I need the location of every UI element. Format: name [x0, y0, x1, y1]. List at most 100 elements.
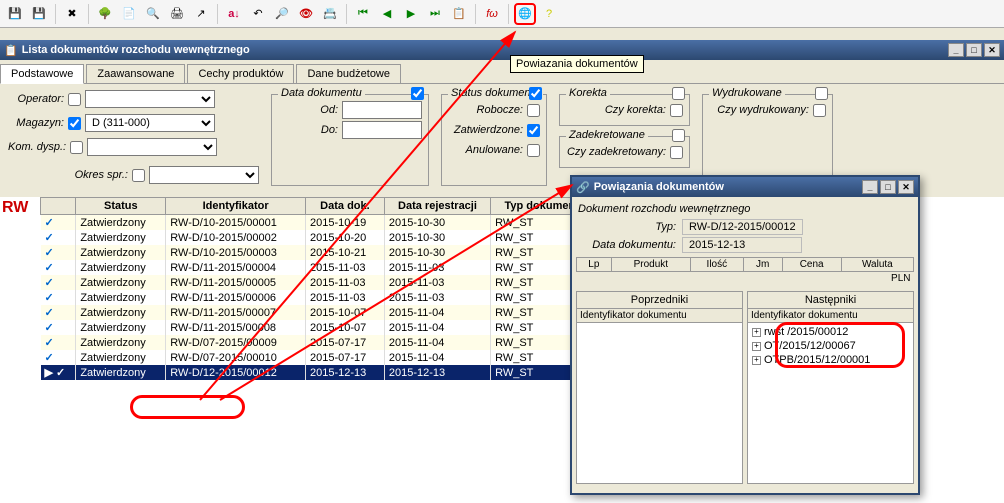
grid-header[interactable]	[41, 198, 76, 215]
popup-titlebar[interactable]: 🔗 Powiązania dokumentów _ □ ✕	[572, 177, 918, 197]
sort-icon[interactable]: a↓	[223, 3, 245, 25]
table-row[interactable]: ✓ZatwierdzonyRW-D/10-2015/000022015-10-2…	[41, 230, 600, 245]
zatw-checkbox[interactable]	[527, 124, 540, 137]
expand-icon[interactable]: +	[752, 356, 761, 365]
table-row[interactable]: ✓ZatwierdzonyRW-D/11-2015/000082015-10-0…	[41, 320, 600, 335]
popup-close[interactable]: ✕	[898, 180, 914, 194]
close-button[interactable]: ✕	[984, 43, 1000, 57]
pred-body[interactable]	[577, 323, 742, 483]
wydruk-checkbox[interactable]	[813, 104, 826, 117]
expand-icon[interactable]: +	[752, 328, 761, 337]
table-row[interactable]: ✓ZatwierdzonyRW-D/10-2015/000032015-10-2…	[41, 245, 600, 260]
nav-next-icon[interactable]: ▶	[400, 3, 422, 25]
anul-checkbox[interactable]	[527, 144, 540, 157]
tree-item[interactable]: +OTPB/2015/12/00001	[750, 353, 911, 367]
tree-item[interactable]: +OT/2015/12/00067	[750, 339, 911, 353]
table-row[interactable]: ✓ZatwierdzonyRW-D/11-2015/000052015-11-0…	[41, 275, 600, 290]
operator-label: Operator:	[8, 93, 64, 105]
tooltip: Powiazania dokumentów	[510, 55, 644, 73]
save-icon[interactable]: 💾	[4, 3, 26, 25]
magazyn-checkbox[interactable]	[68, 117, 81, 130]
table-row[interactable]: ✓ZatwierdzonyRW-D/07-2015/000102015-07-1…	[41, 350, 600, 365]
binoculars-icon[interactable]: 👁	[295, 3, 317, 25]
magazyn-label: Magazyn:	[8, 117, 64, 129]
table-row[interactable]: ▶ ✓ZatwierdzonyRW-D/12-2015/000122015-12…	[41, 365, 600, 380]
nav-last-icon[interactable]: ⏭	[424, 3, 446, 25]
od-input[interactable]	[342, 101, 422, 119]
maximize-button[interactable]: □	[966, 43, 982, 57]
search-icon[interactable]: 🔎	[271, 3, 293, 25]
operator-select[interactable]	[85, 90, 215, 108]
filter-tabs: Podstawowe Zaawansowane Cechy produktów …	[0, 60, 1004, 84]
tree-item[interactable]: +rwst /2015/00012	[750, 325, 911, 339]
table-row[interactable]: ✓ZatwierdzonyRW-D/07-2015/000092015-07-1…	[41, 335, 600, 350]
status-group-checkbox[interactable]	[529, 87, 542, 100]
komdysp-label: Kom. dysp.:	[8, 141, 66, 153]
tab-budzet[interactable]: Dane budżetowe	[296, 64, 401, 83]
fx-icon[interactable]: fω	[481, 3, 503, 25]
form-icon[interactable]: 📄	[118, 3, 140, 25]
komdysp-checkbox[interactable]	[70, 141, 83, 154]
app-icon: 📋	[4, 44, 18, 57]
expand-icon[interactable]: +	[752, 342, 761, 351]
succ-body[interactable]: +rwst /2015/00012+OT/2015/12/00067+OTPB/…	[748, 323, 913, 483]
korekta-checkbox[interactable]	[670, 104, 683, 117]
robocze-checkbox[interactable]	[527, 104, 540, 117]
popup-typ-value: RW-D/12-2015/00012	[682, 219, 803, 235]
rw-badge: RW	[0, 197, 34, 219]
grid-header[interactable]: Data rejestracji	[384, 198, 490, 215]
nav-prev-icon[interactable]: ◀	[376, 3, 398, 25]
wydruk-group-checkbox[interactable]	[815, 87, 828, 100]
group-wydruk: Wydrukowane Czy wydrukowany:	[702, 94, 833, 186]
okresspr-label: Okres spr.:	[8, 169, 128, 181]
popup-minimize[interactable]: _	[862, 180, 878, 194]
operator-checkbox[interactable]	[68, 93, 81, 106]
popup-products-table[interactable]: LpProduktIlośćJmCenaWaluta PLN	[576, 257, 914, 285]
predecessors-panel: Poprzedniki Identyfikator dokumentu	[576, 291, 743, 484]
grid-header[interactable]: Data dok.	[305, 198, 384, 215]
table-row[interactable]: ✓ZatwierdzonyRW-D/10-2015/000012015-10-1…	[41, 215, 600, 231]
okresspr-select[interactable]	[149, 166, 259, 184]
help-icon[interactable]: ?	[538, 3, 560, 25]
komdysp-select[interactable]	[87, 138, 217, 156]
grid-header[interactable]: Identyfikator	[166, 198, 306, 215]
tab-podstawowe[interactable]: Podstawowe	[0, 64, 84, 84]
popup-maximize[interactable]: □	[880, 180, 896, 194]
table-row[interactable]: ✓ZatwierdzonyRW-D/11-2015/000072015-10-0…	[41, 305, 600, 320]
tab-zaawansowane[interactable]: Zaawansowane	[86, 64, 185, 83]
tree-icon[interactable]: 🌳	[94, 3, 116, 25]
successors-panel: Następniki Identyfikator dokumentu +rwst…	[747, 291, 914, 484]
popup-icon: 🔗	[576, 181, 590, 194]
minimize-button[interactable]: _	[948, 43, 964, 57]
zadek-group-checkbox[interactable]	[672, 129, 685, 142]
datadok-group-checkbox[interactable]	[411, 87, 424, 100]
print-icon[interactable]: 🖨	[166, 3, 188, 25]
magazyn-select[interactable]: D (311-000)	[85, 114, 215, 132]
okresspr-checkbox[interactable]	[132, 169, 145, 182]
zadek-checkbox[interactable]	[670, 146, 683, 159]
main-window-titlebar: 📋 Lista dokumentów rozchodu wewnętrznego…	[0, 40, 1004, 60]
do-input[interactable]	[342, 121, 422, 139]
undo-icon[interactable]: ↶	[247, 3, 269, 25]
delete-icon[interactable]: ✖	[61, 3, 83, 25]
relations-icon[interactable]: 🌐	[514, 3, 536, 25]
main-toolbar: 💾 💾 ✖ 🌳 📄 🔍 🖨 ↗ a↓ ↶ 🔎 👁 📇 ⏮ ◀ ▶ ⏭ 📋 fω …	[0, 0, 1004, 28]
relations-popup: 🔗 Powiązania dokumentów _ □ ✕ Dokument r…	[570, 175, 920, 495]
tab-cechy[interactable]: Cechy produktów	[187, 64, 294, 83]
export-icon[interactable]: ↗	[190, 3, 212, 25]
korekta-group-checkbox[interactable]	[672, 87, 685, 100]
table-row[interactable]: ✓ZatwierdzonyRW-D/11-2015/000062015-11-0…	[41, 290, 600, 305]
documents-grid[interactable]: StatusIdentyfikatorData dok.Data rejestr…	[40, 197, 600, 380]
nav-first-icon[interactable]: ⏮	[352, 3, 374, 25]
popup-subtitle: Dokument rozchodu wewnętrznego	[576, 201, 914, 217]
group-korekta: Korekta Czy korekta:	[559, 94, 690, 126]
group-datadok: Data dokumentu Od: Do:	[271, 94, 429, 186]
card-icon[interactable]: 📇	[319, 3, 341, 25]
table-row[interactable]: ✓ZatwierdzonyRW-D/11-2015/000042015-11-0…	[41, 260, 600, 275]
copy-icon[interactable]: 📋	[448, 3, 470, 25]
save2-icon[interactable]: 💾	[28, 3, 50, 25]
window-title: Lista dokumentów rozchodu wewnętrznego	[22, 44, 250, 56]
grid-header[interactable]: Status	[76, 198, 166, 215]
popup-data-value: 2015-12-13	[682, 237, 802, 253]
view-icon[interactable]: 🔍	[142, 3, 164, 25]
